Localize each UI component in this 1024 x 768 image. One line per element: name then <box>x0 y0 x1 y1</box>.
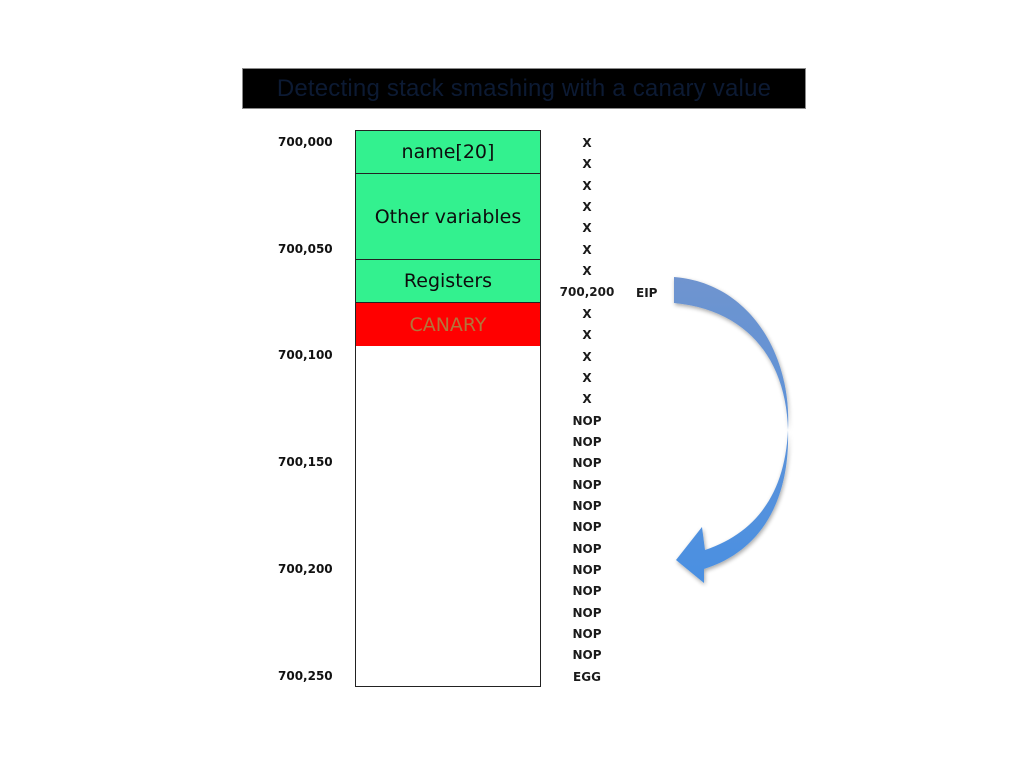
title-bar: Detecting stack smashing with a canary v… <box>242 68 806 109</box>
stack-block-registers: Registers <box>356 260 540 303</box>
nop-entry: NOP <box>572 584 602 599</box>
filler-x: X <box>582 178 592 193</box>
filler-x: X <box>582 242 592 257</box>
address-label: 700,100 <box>278 348 333 362</box>
filler-x: X <box>582 157 592 172</box>
address-label: 700,000 <box>278 135 333 149</box>
nop-entry: NOP <box>572 605 602 620</box>
stack-block-label: Other variables <box>374 205 522 228</box>
filler-x: X <box>582 136 592 150</box>
nop-entry: NOP <box>572 563 602 577</box>
nop-entry: NOP <box>572 456 602 471</box>
stack-block-name-buffer: name[20] <box>356 131 540 174</box>
nop-entry: NOP <box>572 477 602 492</box>
filler-x: X <box>582 306 592 321</box>
address-label: 700,050 <box>278 242 333 256</box>
address-label: 700,150 <box>278 455 333 469</box>
diagram-title: Detecting stack smashing with a canary v… <box>276 74 772 102</box>
filler-x: X <box>582 200 592 215</box>
nop-entry: NOP <box>572 498 602 513</box>
filler-x: X <box>582 349 592 364</box>
filler-x: X <box>582 221 592 236</box>
nop-entry: NOP <box>572 413 602 428</box>
nop-entry: NOP <box>572 434 602 449</box>
address-label: 700,250 <box>278 669 333 683</box>
nop-entry: NOP <box>572 627 602 642</box>
stack-block-label: CANARY <box>409 313 487 336</box>
arrow-shape <box>674 277 789 583</box>
stack-block-label: Registers <box>403 270 493 292</box>
stack-frame: name[20] Other variables Registers CANAR… <box>355 130 541 687</box>
stack-block-label: name[20] <box>401 141 495 163</box>
filler-x: X <box>582 264 592 279</box>
egg-entry: EGG <box>573 669 601 684</box>
stack-block-canary: CANARY <box>356 303 540 346</box>
curved-arrow-icon <box>674 277 789 583</box>
eip-label: EIP <box>636 286 658 300</box>
filler-x: X <box>582 328 592 343</box>
nop-entry: NOP <box>572 541 602 556</box>
nop-entry: NOP <box>572 520 602 535</box>
stack-block-other-variables: Other variables <box>356 174 540 260</box>
filler-x: X <box>582 370 592 385</box>
address-label: 700,200 <box>278 562 333 576</box>
filler-x: X <box>582 392 592 407</box>
return-address-entry: 700,200 <box>559 285 615 300</box>
nop-entry: NOP <box>572 648 602 663</box>
